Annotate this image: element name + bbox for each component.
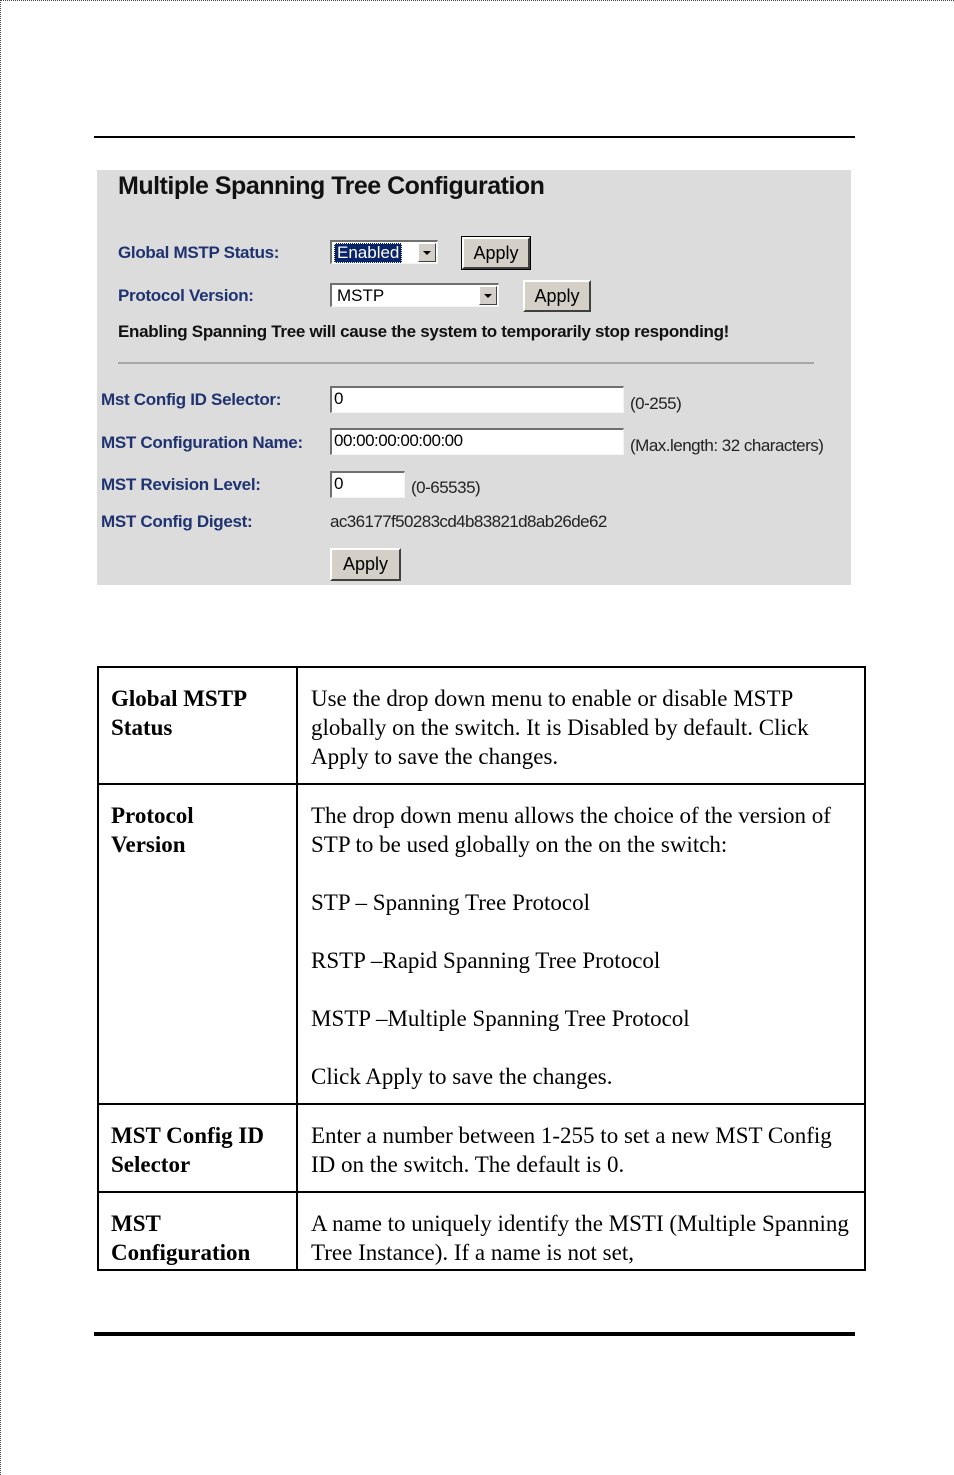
- config-id-selector-label: Mst Config ID Selector:: [101, 390, 282, 409]
- term-text: Selector: [111, 1152, 191, 1177]
- term-text: Protocol: [111, 803, 194, 828]
- definition-text: STP – Spanning Tree Protocol: [311, 890, 591, 915]
- section-divider: [118, 362, 814, 364]
- definition-cell: The drop down menu allows the choice of …: [296, 783, 866, 1105]
- protocol-version-label: Protocol Version:: [118, 286, 254, 305]
- definition-cell: A name to uniquely identify the MSTI (Mu…: [296, 1191, 866, 1271]
- definition-text: RSTP –Rapid Spanning Tree Protocol: [311, 948, 661, 973]
- term-text: MST: [111, 1211, 161, 1236]
- config-digest-label: MST Config Digest:: [101, 512, 253, 531]
- footer-rule: [94, 1332, 855, 1336]
- global-status-apply-button[interactable]: Apply: [461, 236, 531, 270]
- definition-text: Click Apply to save the changes.: [311, 1064, 613, 1089]
- chevron-down-icon[interactable]: [479, 286, 497, 305]
- term-text: Status: [111, 715, 173, 740]
- table-row: MST Configuration A name to uniquely ide…: [97, 1191, 866, 1271]
- term-text: MST Config ID: [111, 1123, 264, 1148]
- term-text: Configuration: [111, 1240, 251, 1265]
- table-row: Protocol Version The drop down menu allo…: [97, 783, 866, 1105]
- definition-text: The drop down menu allows the choice of …: [311, 803, 831, 857]
- config-name-hint: (Max.length: 32 characters): [630, 436, 824, 455]
- revision-level-hint: (0-65535): [411, 478, 481, 497]
- protocol-version-value: MSTP: [337, 286, 385, 305]
- config-digest-value: ac36177f50283cd4b83821d8ab26de62: [330, 512, 607, 531]
- revision-level-input[interactable]: 0: [330, 471, 405, 498]
- term-cell: Global MSTP Status: [97, 666, 298, 785]
- global-mstp-status-value: Enabled: [334, 243, 403, 263]
- panel-title: Multiple Spanning Tree Configuration: [118, 172, 545, 200]
- term-cell: MST Configuration: [97, 1191, 298, 1271]
- protocol-version-apply-button[interactable]: Apply: [523, 280, 591, 312]
- definition-cell: Enter a number between 1-255 to set a ne…: [296, 1103, 866, 1193]
- global-mstp-status-label: Global MSTP Status:: [118, 243, 280, 262]
- config-name-input[interactable]: 00:00:00:00:00:00: [330, 428, 624, 455]
- page-border-left: [0, 0, 1, 1475]
- table-row: Global MSTP Status Use the drop down men…: [97, 666, 866, 785]
- term-text: Version: [111, 832, 186, 857]
- config-id-selector-hint: (0-255): [630, 394, 682, 413]
- term-cell: MST Config ID Selector: [97, 1103, 298, 1193]
- global-mstp-status-select[interactable]: Enabled: [330, 240, 438, 264]
- warning-message: Enabling Spanning Tree will cause the sy…: [118, 322, 730, 341]
- field-description-table: Global MSTP Status Use the drop down men…: [97, 666, 866, 1271]
- definition-text: Use the drop down menu to enable or disa…: [311, 686, 809, 769]
- page-border-top: [0, 0, 954, 1]
- term-text: Global MSTP: [111, 686, 248, 711]
- config-apply-button[interactable]: Apply: [330, 548, 401, 581]
- term-cell: Protocol Version: [97, 783, 298, 1105]
- chevron-down-icon[interactable]: [418, 243, 436, 262]
- definition-text: A name to uniquely identify the MSTI (Mu…: [311, 1211, 849, 1265]
- config-id-selector-input[interactable]: 0: [330, 386, 624, 413]
- mstp-config-panel: Multiple Spanning Tree Configuration Glo…: [97, 170, 851, 585]
- config-name-label: MST Configuration Name:: [101, 433, 303, 452]
- header-rule: [94, 136, 855, 138]
- revision-level-label: MST Revision Level:: [101, 475, 261, 494]
- definition-text: Enter a number between 1-255 to set a ne…: [311, 1123, 832, 1177]
- definition-cell: Use the drop down menu to enable or disa…: [296, 666, 866, 785]
- protocol-version-select[interactable]: MSTP: [330, 283, 499, 307]
- definition-text: MSTP –Multiple Spanning Tree Protocol: [311, 1006, 690, 1031]
- table-row: MST Config ID Selector Enter a number be…: [97, 1103, 866, 1193]
